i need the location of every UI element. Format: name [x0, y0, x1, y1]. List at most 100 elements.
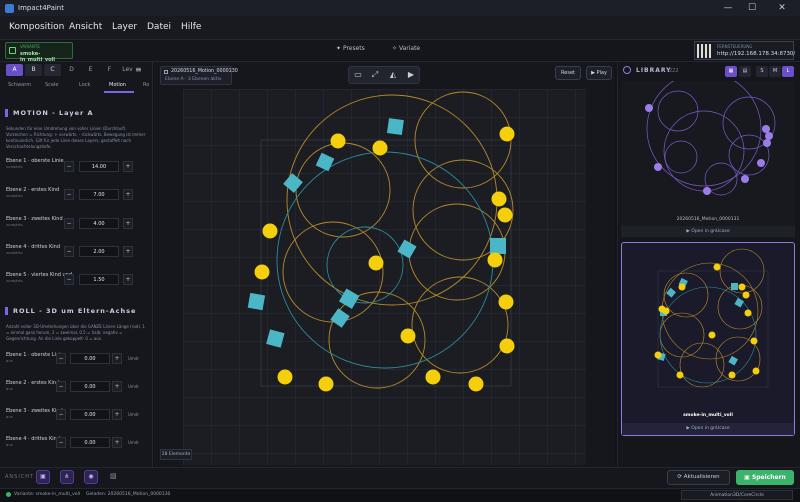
unit-label: Umdr — [128, 440, 140, 445]
decrement-button[interactable]: − — [64, 161, 74, 172]
subtab-roll[interactable]: Ro — [143, 82, 149, 88]
fit-view-icon[interactable]: ⤢ — [369, 69, 381, 81]
variant-selector[interactable]: VARIANTE smoke-in_multi_voll — [5, 42, 73, 63]
subtab-motion[interactable]: Motion — [109, 82, 126, 88]
increment-button[interactable]: + — [112, 437, 122, 448]
decrement-button[interactable]: − — [56, 353, 66, 364]
decrement-button[interactable]: − — [64, 274, 74, 285]
increment-button[interactable]: + — [123, 246, 133, 257]
unit-label: Umdr — [128, 412, 140, 417]
variant-caption: VARIANTE — [20, 44, 40, 49]
library-card[interactable]: 20260516_Motion_0000131 ▶ Open in gnUcas… — [621, 81, 795, 238]
layer-tab-f[interactable]: F — [101, 64, 118, 76]
layer-tab-c[interactable]: C — [44, 64, 61, 76]
row-sub: vorwärts — [6, 222, 23, 227]
decrement-button[interactable]: − — [56, 437, 66, 448]
layer-tab-d[interactable]: D — [63, 64, 80, 76]
motion-row-2: Ebene 2 · erstes Kind vorwärts — [6, 187, 59, 198]
list-view-button[interactable]: ▤ — [739, 66, 751, 77]
dot — [676, 371, 684, 379]
left-panel — [0, 62, 153, 467]
dot — [741, 175, 749, 183]
value-input[interactable]: 4.00 — [79, 218, 119, 229]
value-input[interactable]: 2.00 — [79, 246, 119, 257]
library-card-selected[interactable]: smoke-in_multi_voll ▶ Open in gnUcase — [621, 242, 795, 436]
save-button[interactable]: ▣ Speichern — [736, 470, 794, 485]
app-logo-icon — [5, 3, 14, 13]
refresh-button[interactable]: ⟳ Aktualisieren — [667, 470, 730, 485]
increment-button[interactable]: + — [112, 381, 122, 392]
variate-tab[interactable]: ✧ Variate — [392, 45, 420, 52]
menu-ansicht[interactable]: Ansicht — [69, 22, 102, 32]
row-sub: vorwärts — [6, 278, 23, 283]
dot — [738, 283, 746, 291]
variant-icon — [9, 47, 16, 54]
layer-tab-e[interactable]: E — [82, 64, 99, 76]
presets-tab[interactable]: ✦ Presets — [336, 45, 365, 52]
value-input[interactable]: 7.00 — [79, 189, 119, 200]
paint-icon[interactable]: ◭ — [387, 69, 399, 81]
section-marker — [5, 109, 8, 117]
grid-view-button[interactable]: ▦ — [725, 66, 737, 77]
send-icon[interactable]: ▶ — [405, 69, 417, 81]
increment-button[interactable]: + — [123, 161, 133, 172]
increment-button[interactable]: + — [112, 409, 122, 420]
size-m-button[interactable]: M — [769, 66, 781, 77]
menu-hilfe[interactable]: Hilfe — [181, 22, 201, 32]
maximize-button[interactable]: ☐ — [740, 0, 764, 16]
increment-button[interactable]: + — [123, 218, 133, 229]
value-input[interactable]: 14.00 — [79, 161, 119, 172]
value-input[interactable]: 1.50 — [79, 274, 119, 285]
monitor-icon[interactable]: ▭ — [352, 69, 364, 81]
row-sub: vorwärts — [6, 193, 23, 198]
minimize-button[interactable]: — — [716, 0, 740, 16]
roll-row-4: Ebene 4 · drittes Kind aus — [6, 436, 60, 447]
decrement-button[interactable]: − — [56, 409, 66, 420]
value-input[interactable]: 0.00 — [70, 353, 110, 364]
decrement-button[interactable]: − — [64, 189, 74, 200]
decrement-button[interactable]: − — [64, 218, 74, 229]
value-input[interactable]: 0.00 — [70, 409, 110, 420]
decrement-button[interactable]: − — [64, 246, 74, 257]
increment-button[interactable]: + — [123, 274, 133, 285]
card-thumbnail — [654, 248, 769, 388]
circle — [659, 312, 705, 358]
size-l-button[interactable]: L — [782, 66, 794, 77]
reset-button[interactable]: Reset — [555, 66, 581, 80]
row-sub: aus — [6, 358, 13, 363]
canvas-grid[interactable] — [183, 89, 586, 465]
menu-list-icon[interactable]: ≡ — [135, 65, 145, 75]
layout-split-icon[interactable]: ▣ — [36, 470, 50, 484]
value-input[interactable]: 0.00 — [70, 437, 110, 448]
layer-tab-a[interactable]: A — [6, 64, 23, 76]
close-button[interactable]: ✕ — [770, 0, 794, 16]
menu-komposition[interactable]: Komposition — [9, 22, 64, 32]
subtab-scale[interactable]: Scale — [45, 82, 58, 88]
status-loaded: Geladen: 20260516_Motion_0000130 — [86, 492, 171, 497]
layer-tab-b[interactable]: B — [25, 64, 42, 76]
menu-datei[interactable]: Datei — [147, 22, 171, 32]
unit-label: Umdr — [128, 384, 140, 389]
size-s-button[interactable]: S — [756, 66, 768, 77]
circle — [728, 134, 770, 176]
dot — [762, 125, 770, 133]
increment-button[interactable]: + — [123, 189, 133, 200]
increment-button[interactable]: + — [112, 353, 122, 364]
dot — [703, 187, 711, 195]
open-button[interactable]: ▶ Open in gnUcase — [622, 423, 794, 435]
remote-control-box[interactable]: FERNSTEUERUNG http://192.168.178.34:8730… — [694, 41, 795, 60]
layout-tree-icon[interactable]: ⋔ — [60, 470, 74, 484]
subtab-lock[interactable]: Lock — [79, 82, 90, 88]
layout-focus-icon[interactable]: ◉ — [84, 470, 98, 484]
card-title: 20260516_Motion_0000131 — [676, 217, 740, 222]
decrement-button[interactable]: − — [56, 381, 66, 392]
menu-layer[interactable]: Layer — [112, 22, 137, 32]
play-button[interactable]: ▶ Play — [586, 66, 612, 80]
motion-row-1: Ebene 1 · oberste Linie vorwärts — [6, 158, 64, 169]
image-icon[interactable]: ▨ — [110, 472, 117, 480]
roll-row-3: Ebene 3 · zweites Kind aus — [6, 408, 63, 419]
layer-tab-lev[interactable]: Lev — [119, 64, 136, 76]
subtab-schwarm[interactable]: Schwarm — [8, 82, 31, 88]
open-button[interactable]: ▶ Open in gnUcase — [621, 226, 795, 237]
value-input[interactable]: 0.00 — [70, 381, 110, 392]
